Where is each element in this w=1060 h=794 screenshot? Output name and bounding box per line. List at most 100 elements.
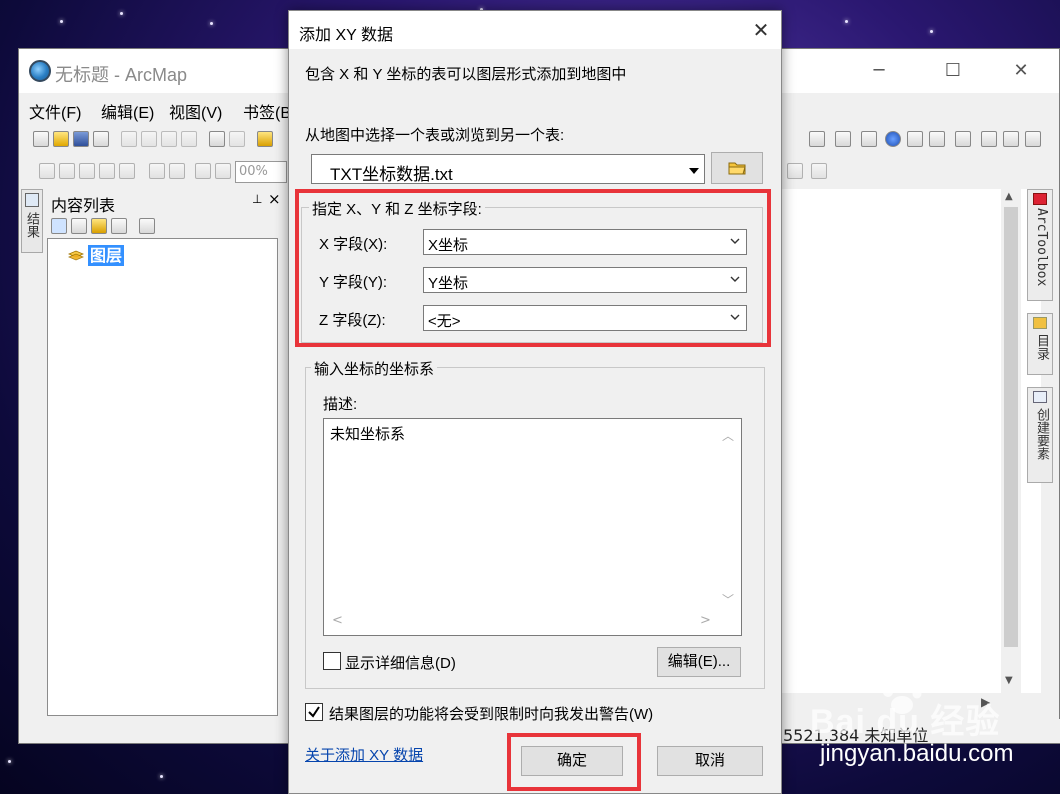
tool-icon[interactable] bbox=[1003, 131, 1019, 147]
scroll-up-icon[interactable]: ▲ bbox=[1005, 191, 1013, 202]
minimize-icon[interactable]: ─ bbox=[859, 57, 899, 85]
create-features-tab[interactable]: 创建要素 bbox=[1027, 387, 1053, 483]
scroll-down-icon[interactable]: ﹀ bbox=[722, 591, 734, 608]
open-icon[interactable] bbox=[53, 131, 69, 147]
table-combo[interactable]: TXT坐标数据.txt bbox=[311, 154, 705, 184]
layers-icon bbox=[68, 250, 84, 261]
edit-button[interactable]: 编辑(E)... bbox=[657, 647, 741, 677]
options-icon[interactable] bbox=[139, 218, 155, 234]
menu-view[interactable]: 视图(V) bbox=[169, 99, 222, 123]
list-by-visibility-icon[interactable] bbox=[91, 218, 107, 234]
choose-table-label: 从地图中选择一个表或浏览到另一个表: bbox=[305, 127, 565, 144]
create-features-icon bbox=[1033, 391, 1047, 403]
dialog-close-icon[interactable]: ✕ bbox=[743, 16, 779, 44]
scroll-right-icon[interactable]: > bbox=[700, 613, 711, 628]
paste-icon[interactable] bbox=[161, 131, 177, 147]
identify-icon[interactable] bbox=[885, 131, 901, 147]
ok-highlight-box bbox=[507, 733, 641, 791]
toc-title: 内容列表 bbox=[51, 196, 116, 215]
arctoolbox-tab[interactable]: ArcToolbox bbox=[1027, 189, 1053, 301]
tool-icon[interactable] bbox=[215, 163, 231, 179]
delete-icon[interactable] bbox=[181, 131, 197, 147]
menu-edit[interactable]: 编辑(E) bbox=[101, 99, 154, 123]
fields-highlight-box bbox=[295, 189, 771, 347]
dialog-titlebar[interactable]: 添加 XY 数据 ✕ bbox=[289, 11, 781, 49]
toc-close-icon[interactable]: × bbox=[268, 190, 281, 208]
tool-icon[interactable] bbox=[149, 163, 165, 179]
baidu-watermark: Bai du 经验 jingyan.baidu.com bbox=[770, 678, 1060, 788]
pin-icon[interactable]: ⊥ bbox=[252, 192, 262, 206]
warn-label: 结果图层的功能将会受到限制时向我发出警告(W) bbox=[329, 706, 654, 723]
go-to-xy-icon[interactable] bbox=[1025, 131, 1041, 147]
maximize-icon[interactable]: ☐ bbox=[933, 57, 973, 85]
measure-icon[interactable] bbox=[955, 131, 971, 147]
add-xy-data-dialog: 添加 XY 数据 ✕ 包含 X 和 Y 坐标的表可以图层形式添加到地图中 从地图… bbox=[288, 10, 782, 794]
chevron-down-icon[interactable] bbox=[688, 165, 700, 177]
cancel-button[interactable]: 取消 bbox=[657, 746, 763, 776]
new-icon[interactable] bbox=[33, 131, 49, 147]
tool-icon[interactable] bbox=[195, 163, 211, 179]
add-data-icon[interactable] bbox=[257, 131, 273, 147]
about-add-xy-link[interactable]: 关于添加 XY 数据 bbox=[305, 744, 423, 765]
menu-bookmarks[interactable]: 书签(B bbox=[243, 99, 291, 123]
tool-icon[interactable] bbox=[809, 131, 825, 147]
layer-node[interactable]: 图层 bbox=[88, 245, 125, 266]
tool-icon[interactable] bbox=[835, 131, 851, 147]
list-by-source-icon[interactable] bbox=[71, 218, 87, 234]
list-by-selection-icon[interactable] bbox=[111, 218, 127, 234]
table-combo-value: TXT坐标数据.txt bbox=[330, 165, 453, 184]
menu-file[interactable]: 文件(F) bbox=[29, 99, 81, 123]
print-icon[interactable] bbox=[93, 131, 109, 147]
find-icon[interactable] bbox=[981, 131, 997, 147]
crs-group-legend: 输入坐标的坐标系 bbox=[311, 358, 438, 379]
table-of-contents: 内容列表 ⊥ × 图层 bbox=[45, 189, 281, 721]
results-side-tab[interactable]: 结果 bbox=[21, 189, 43, 253]
tool-icon[interactable] bbox=[787, 163, 803, 179]
arcmap-title: 无标题 - ArcMap bbox=[55, 65, 188, 85]
select-arrow-icon[interactable] bbox=[861, 131, 877, 147]
results-icon bbox=[25, 193, 39, 207]
tool-icon[interactable] bbox=[811, 163, 827, 179]
undo-icon[interactable] bbox=[209, 131, 225, 147]
scroll-thumb[interactable] bbox=[1004, 207, 1018, 647]
tool-icon[interactable] bbox=[907, 131, 923, 147]
tool-icon[interactable] bbox=[99, 163, 115, 179]
browse-button[interactable] bbox=[711, 152, 763, 184]
cut-icon[interactable] bbox=[121, 131, 137, 147]
list-by-drawing-order-icon[interactable] bbox=[51, 218, 67, 234]
watermark-url: jingyan.baidu.com bbox=[820, 740, 1014, 767]
close-icon[interactable]: ✕ bbox=[1001, 57, 1041, 85]
tool-icon[interactable] bbox=[39, 163, 55, 179]
intro-text: 包含 X 和 Y 坐标的表可以图层形式添加到地图中 bbox=[305, 66, 627, 83]
tool-icon[interactable] bbox=[929, 131, 945, 147]
scroll-up-icon[interactable]: ︿ bbox=[722, 427, 734, 444]
tool-icon[interactable] bbox=[59, 163, 75, 179]
show-details-label: 显示详细信息(D) bbox=[345, 655, 456, 672]
warn-checkbox[interactable] bbox=[305, 703, 323, 721]
description-textbox[interactable]: 未知坐标系 ︿ ﹀ < > bbox=[323, 418, 742, 636]
catalog-tab-label: 目录 bbox=[1034, 334, 1049, 360]
checkmark-icon bbox=[308, 706, 320, 718]
toc-toolbar bbox=[49, 216, 269, 236]
description-value: 未知坐标系 bbox=[330, 426, 406, 443]
copy-icon[interactable] bbox=[141, 131, 157, 147]
map-vertical-scrollbar[interactable]: ▲ ▼ bbox=[1001, 189, 1021, 693]
tool-icon[interactable] bbox=[119, 163, 135, 179]
right-dock-tabs: ArcToolbox 目录 创建要素 bbox=[1027, 189, 1057, 589]
create-features-tab-label: 创建要素 bbox=[1034, 408, 1049, 460]
catalog-tab[interactable]: 目录 bbox=[1027, 313, 1053, 375]
save-icon[interactable] bbox=[73, 131, 89, 147]
tool-icon[interactable] bbox=[169, 163, 185, 179]
show-details-checkbox[interactable] bbox=[323, 652, 341, 670]
watermark-brand: Bai du 经验 bbox=[810, 703, 1001, 741]
scroll-left-icon[interactable]: < bbox=[332, 613, 343, 628]
tool-icon[interactable] bbox=[79, 163, 95, 179]
catalog-icon bbox=[1033, 317, 1047, 329]
arctoolbox-tab-label: ArcToolbox bbox=[1034, 208, 1049, 287]
description-label: 描述: bbox=[323, 396, 358, 413]
zoom-combo[interactable]: 00% bbox=[235, 161, 287, 183]
toolbox-icon bbox=[1033, 193, 1047, 205]
dialog-title: 添加 XY 数据 bbox=[299, 27, 393, 44]
open-folder-icon bbox=[728, 162, 746, 175]
redo-icon[interactable] bbox=[229, 131, 245, 147]
